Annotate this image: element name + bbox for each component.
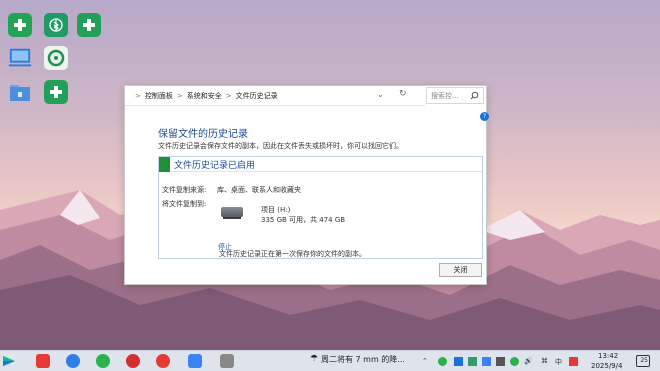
wechat-icon[interactable] [96, 354, 110, 368]
breadcrumb-sep: > [176, 91, 183, 100]
app-tray-icon-4[interactable] [496, 357, 505, 366]
help-icon[interactable]: ? [480, 112, 489, 121]
green-bluetooth-app-icon[interactable] [44, 13, 68, 37]
green-plus-app-icon-3[interactable] [44, 80, 68, 104]
copy-to-label: 将文件复制到: [162, 200, 207, 208]
drive-name: 项目 (H:) [261, 206, 291, 214]
network-icon[interactable]: ⌘ [541, 357, 548, 365]
breadcrumb-file-history[interactable]: 文件历史记录 [236, 91, 278, 101]
green-plus-app-icon-2[interactable] [77, 13, 101, 37]
clock-date[interactable]: 2025/9/4 [591, 362, 622, 370]
search-placeholder: 搜索控... [431, 91, 459, 100]
backup-status: 文件历史记录正在第一次保存你的文件的副本。 [219, 250, 366, 258]
status-bar-indicator [159, 157, 170, 172]
app-tray-icon[interactable] [454, 357, 463, 366]
chevron-down-icon[interactable]: ⌄ [377, 90, 384, 99]
app-tray-icon-5[interactable] [510, 357, 519, 366]
green-sync-app-icon[interactable] [44, 46, 68, 70]
green-plus-app-icon[interactable] [8, 13, 32, 37]
drive-icon [221, 207, 243, 217]
panel-title: 文件历史记录已启用 [174, 161, 256, 171]
wechat-tray-icon[interactable] [438, 357, 447, 366]
device-icon[interactable] [220, 354, 234, 368]
copy-from-value: 库、桌面、联系人和收藏夹 [217, 186, 301, 194]
search-input[interactable]: 搜索控... [426, 87, 484, 104]
feishu-icon[interactable] [188, 354, 202, 368]
netease-app-icon[interactable] [156, 354, 170, 368]
page-title: 保留文件的历史记录 [158, 129, 248, 140]
weather-icon: ☂ [310, 354, 319, 364]
close-button[interactable]: 关闭 [439, 263, 482, 277]
browser-icon[interactable] [66, 354, 80, 368]
start-icon[interactable] [2, 354, 16, 368]
breadcrumb-control-panel[interactable]: 控制面板 [145, 91, 173, 101]
stop-link[interactable]: 停止 [218, 242, 232, 252]
language-indicator[interactable]: 中 [555, 357, 562, 367]
panel-header: 文件历史记录已启用 [159, 157, 482, 172]
search-icon [470, 91, 479, 100]
breadcrumb-sep: > [135, 91, 141, 100]
wps-icon[interactable] [36, 354, 50, 368]
refresh-icon[interactable]: ↻ [399, 89, 407, 99]
netease-music-icon[interactable] [126, 354, 140, 368]
notification-icon[interactable]: 25 [636, 355, 650, 367]
breadcrumb-sep: > [225, 91, 232, 100]
app-tray-icon-3[interactable] [482, 357, 491, 366]
file-history-window: > 控制面板 > 系统和安全 > 文件历史记录 ⌄ ↻ 搜索控... ? 保留文… [124, 85, 489, 285]
clock-time[interactable]: 13:42 [598, 352, 618, 360]
address-bar[interactable]: > 控制面板 > 系统和安全 > 文件历史记录 ⌄ ↻ [125, 86, 425, 106]
taskbar: ☂ 周二将有 7 mm 的降... ⌃ 🔊 ⌘ 中 13:42 2025/9/4… [0, 350, 660, 371]
drive-space: 335 GB 可用，共 474 GB [261, 216, 346, 224]
copy-from-label: 文件复制来源: [162, 186, 207, 194]
app-tray-icon-2[interactable] [468, 357, 477, 366]
recycle-bin-icon[interactable] [8, 80, 32, 104]
drive-icon-base [223, 217, 241, 219]
weather-text[interactable]: 周二将有 7 mm 的降... [321, 354, 405, 365]
status-panel: 文件历史记录已启用 文件复制来源: 库、桌面、联系人和收藏夹 将文件复制到: 项… [158, 156, 483, 259]
page-description: 文件历史记录会保存文件的副本，因此在文件丢失或损坏时，你可以找回它们。 [158, 142, 403, 150]
chevron-up-icon[interactable]: ⌃ [422, 357, 428, 365]
speaker-icon[interactable]: 🔊 [524, 357, 533, 365]
this-pc-icon[interactable] [8, 46, 32, 70]
breadcrumb-system-security[interactable]: 系统和安全 [187, 91, 222, 101]
input-method-icon[interactable] [569, 357, 578, 366]
